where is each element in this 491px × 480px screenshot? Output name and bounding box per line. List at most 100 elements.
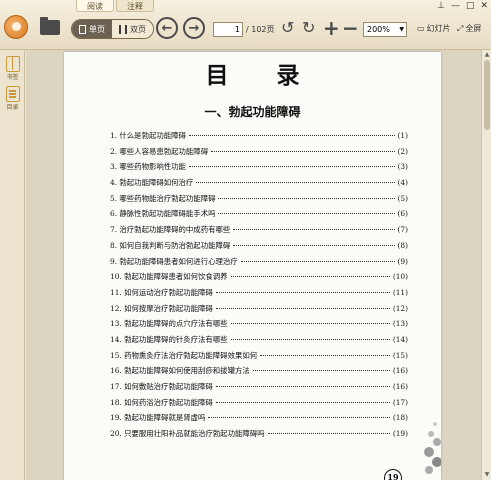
toc-row[interactable]: 17. 如何敷贴治疗勃起功能障碍 (16) <box>110 381 408 397</box>
scroll-thumb[interactable] <box>484 60 490 130</box>
toc-icon <box>5 86 20 102</box>
scroll-down-icon[interactable]: ▼ <box>483 471 491 479</box>
toc-row[interactable]: 7. 治疗勃起功能障碍的中成药有哪些 (7) <box>110 224 408 240</box>
toc-leader-dots <box>215 307 390 309</box>
toc-row[interactable]: 20. 只要服用壮阳补品就能治疗勃起功能障碍吗 (19) <box>110 428 408 444</box>
toc-entry-text: 2. 哪些人容易患勃起功能障碍 <box>110 146 209 156</box>
sidebar-item-bookmarks[interactable]: 书签 <box>2 56 23 81</box>
toc-row[interactable]: 5. 哪些药物能治疗勃起功能障碍 (5) <box>110 193 408 209</box>
toc-row[interactable]: 12. 如何按摩治疗勃起功能障碍 (12) <box>110 303 408 319</box>
toc-entry-page: (17) <box>392 397 408 407</box>
mode-tabs: 阅读 注释 <box>76 0 154 12</box>
vertical-scrollbar[interactable]: ▲ ▼ <box>481 50 491 480</box>
fullscreen-label: 全屏 <box>465 24 482 33</box>
toc-entry-text: 7. 治疗勃起功能障碍的中成药有哪些 <box>110 225 231 235</box>
toc-entry-text: 11. 如何运动治疗勃起功能障碍 <box>110 287 213 297</box>
toc-entry-text: 14. 勃起功能障碍的针灸疗法有哪些 <box>110 334 228 344</box>
sidebar: 书签 目录 <box>0 50 25 480</box>
toc-leader-dots <box>196 182 395 184</box>
toc-row[interactable]: 15. 药物熏灸疗法治疗勃起功能障碍效果如何 (15) <box>110 350 408 366</box>
toc-row[interactable]: 6. 静脉性勃起功能障碍能手术吗 (6) <box>110 208 408 224</box>
toc-entry-text: 20. 只要服用壮阳补品就能治疗勃起功能障碍吗 <box>110 429 265 439</box>
slideshow-icon: ▭ <box>417 24 425 33</box>
toc-row[interactable]: 8. 如何自我判断与防治勃起功能障碍 (8) <box>110 240 408 256</box>
scroll-up-icon[interactable]: ▲ <box>483 51 491 59</box>
zoom-out-icon[interactable]: − <box>342 18 359 38</box>
toc-row[interactable]: 11. 如何运动治疗勃起功能障碍 (11) <box>110 287 408 303</box>
toc-row[interactable]: 16. 勃起功能障碍如何使用刮痧和拔罐方法 (16) <box>110 365 408 381</box>
page-number-input[interactable]: 1 <box>213 22 243 37</box>
double-page-label: 双页 <box>130 24 146 34</box>
rotate-left-icon[interactable]: ↺ <box>281 18 294 38</box>
sidebar-item-toc[interactable]: 目录 <box>2 86 23 111</box>
toc-entry-page: (8) <box>397 240 408 250</box>
toc-entry-page: (12) <box>392 303 408 313</box>
toc-entry-page: (5) <box>397 193 408 203</box>
rotate-right-icon[interactable]: ↻ <box>302 18 315 38</box>
toc-leader-dots <box>218 213 395 215</box>
toc-list: 1. 什么是勃起功能障碍 (1) 2. 哪些人容易患勃起功能障碍 (2) 3. 哪些药物… <box>110 130 408 444</box>
sidebar-item-label: 目录 <box>6 104 19 111</box>
next-page-icon[interactable]: → <box>183 17 205 39</box>
open-folder-icon[interactable] <box>40 17 60 35</box>
pin-icon[interactable]: ⊥ <box>437 1 445 11</box>
toc-entry-text: 9. 勃起功能障碍患者如何进行心理治疗 <box>110 256 238 266</box>
minimize-icon[interactable]: — <box>451 1 460 11</box>
toc-entry-text: 17. 如何敷贴治疗勃起功能障碍 <box>110 382 213 391</box>
toc-entry-page: (7) <box>397 225 408 235</box>
toc-entry-text: 12. 如何按摩治疗勃起功能障碍 <box>110 303 213 313</box>
double-page-button[interactable]: 双页 <box>112 20 153 38</box>
prev-page-icon[interactable]: ← <box>156 17 178 39</box>
document-viewport[interactable]: 目 录 一、勃起功能障碍 1. 什么是勃起功能障碍 (1) 2. 哪些人容易患勃起功… <box>26 50 491 480</box>
document-page: 目 录 一、勃起功能障碍 1. 什么是勃起功能障碍 (1) 2. 哪些人容易患勃起功… <box>64 52 441 480</box>
toc-row[interactable]: 4. 勃起功能障碍如何治疗 (4) <box>110 177 408 193</box>
toc-entry-page: (2) <box>397 146 408 156</box>
toc-leader-dots <box>230 323 390 325</box>
single-page-button[interactable]: 单页 <box>72 20 112 38</box>
toc-row[interactable]: 13. 勃起功能障碍的点穴疗法有哪些 (13) <box>110 318 408 334</box>
toc-leader-dots <box>188 135 395 136</box>
page-number-badge: 19 <box>384 469 402 480</box>
tab-annotate[interactable]: 注释 <box>116 0 154 12</box>
zoom-select[interactable]: 200% <box>363 22 407 37</box>
window-controls: ⊥ — □ ✕ <box>437 1 488 11</box>
fullscreen-icon: ⤢ <box>457 23 464 33</box>
tab-read[interactable]: 阅读 <box>76 0 114 12</box>
toc-row[interactable]: 3. 哪些药物影响性功能 (3) <box>110 161 408 177</box>
toc-entry-text: 3. 哪些药物影响性功能 <box>110 162 186 172</box>
maximize-icon[interactable]: □ <box>466 1 475 11</box>
page-title: 目 录 <box>205 62 320 89</box>
section-title: 一、勃起功能障碍 <box>204 105 301 119</box>
toc-leader-dots <box>233 229 395 231</box>
toc-leader-dots <box>230 276 390 278</box>
close-icon[interactable]: ✕ <box>480 1 488 11</box>
toc-entry-text: 19. 勃起功能障碍就是肾虚吗 <box>110 413 206 423</box>
toc-row[interactable]: 10. 勃起功能障碍患者如何饮食调养 (10) <box>110 271 408 287</box>
view-toggle: 单页 双页 <box>71 19 154 39</box>
bookmark-icon <box>5 56 20 72</box>
toc-leader-dots <box>215 401 390 403</box>
toc-entry-page: (10) <box>392 272 408 282</box>
toc-leader-dots <box>188 166 395 168</box>
fullscreen-button[interactable]: ⤢ 全屏 <box>457 23 481 34</box>
toc-row[interactable]: 9. 勃起功能障碍患者如何进行心理治疗 (9) <box>110 256 408 272</box>
toc-row[interactable]: 2. 哪些人容易患勃起功能障碍 (2) <box>110 146 408 162</box>
toc-row[interactable]: 19. 勃起功能障碍就是肾虚吗 (18) <box>110 412 408 428</box>
toc-entry-page: (14) <box>392 334 408 344</box>
toc-row[interactable]: 18. 如何药浴治疗勃起功能障碍 (17) <box>110 397 408 413</box>
toc-entry-page: (13) <box>392 319 408 329</box>
toc-entry-page: (16) <box>392 382 408 391</box>
toc-row[interactable]: 1. 什么是勃起功能障碍 (1) <box>110 130 408 146</box>
toc-leader-dots <box>215 291 390 293</box>
sidebar-item-label: 书签 <box>6 74 19 81</box>
toc-entry-page: (4) <box>397 178 408 188</box>
zoom-in-icon[interactable]: + <box>323 18 340 38</box>
page-total-label: / 102页 <box>246 25 275 34</box>
decorative-dots-icon <box>424 422 441 474</box>
single-page-icon <box>79 24 86 34</box>
toc-row[interactable]: 14. 勃起功能障碍的针灸疗法有哪些 (14) <box>110 334 408 350</box>
toc-leader-dots <box>240 260 395 262</box>
slideshow-button[interactable]: ▭ 幻灯片 <box>417 23 451 34</box>
toc-entry-page: (3) <box>397 162 408 172</box>
toc-entry-text: 8. 如何自我判断与防治勃起功能障碍 <box>110 240 231 250</box>
